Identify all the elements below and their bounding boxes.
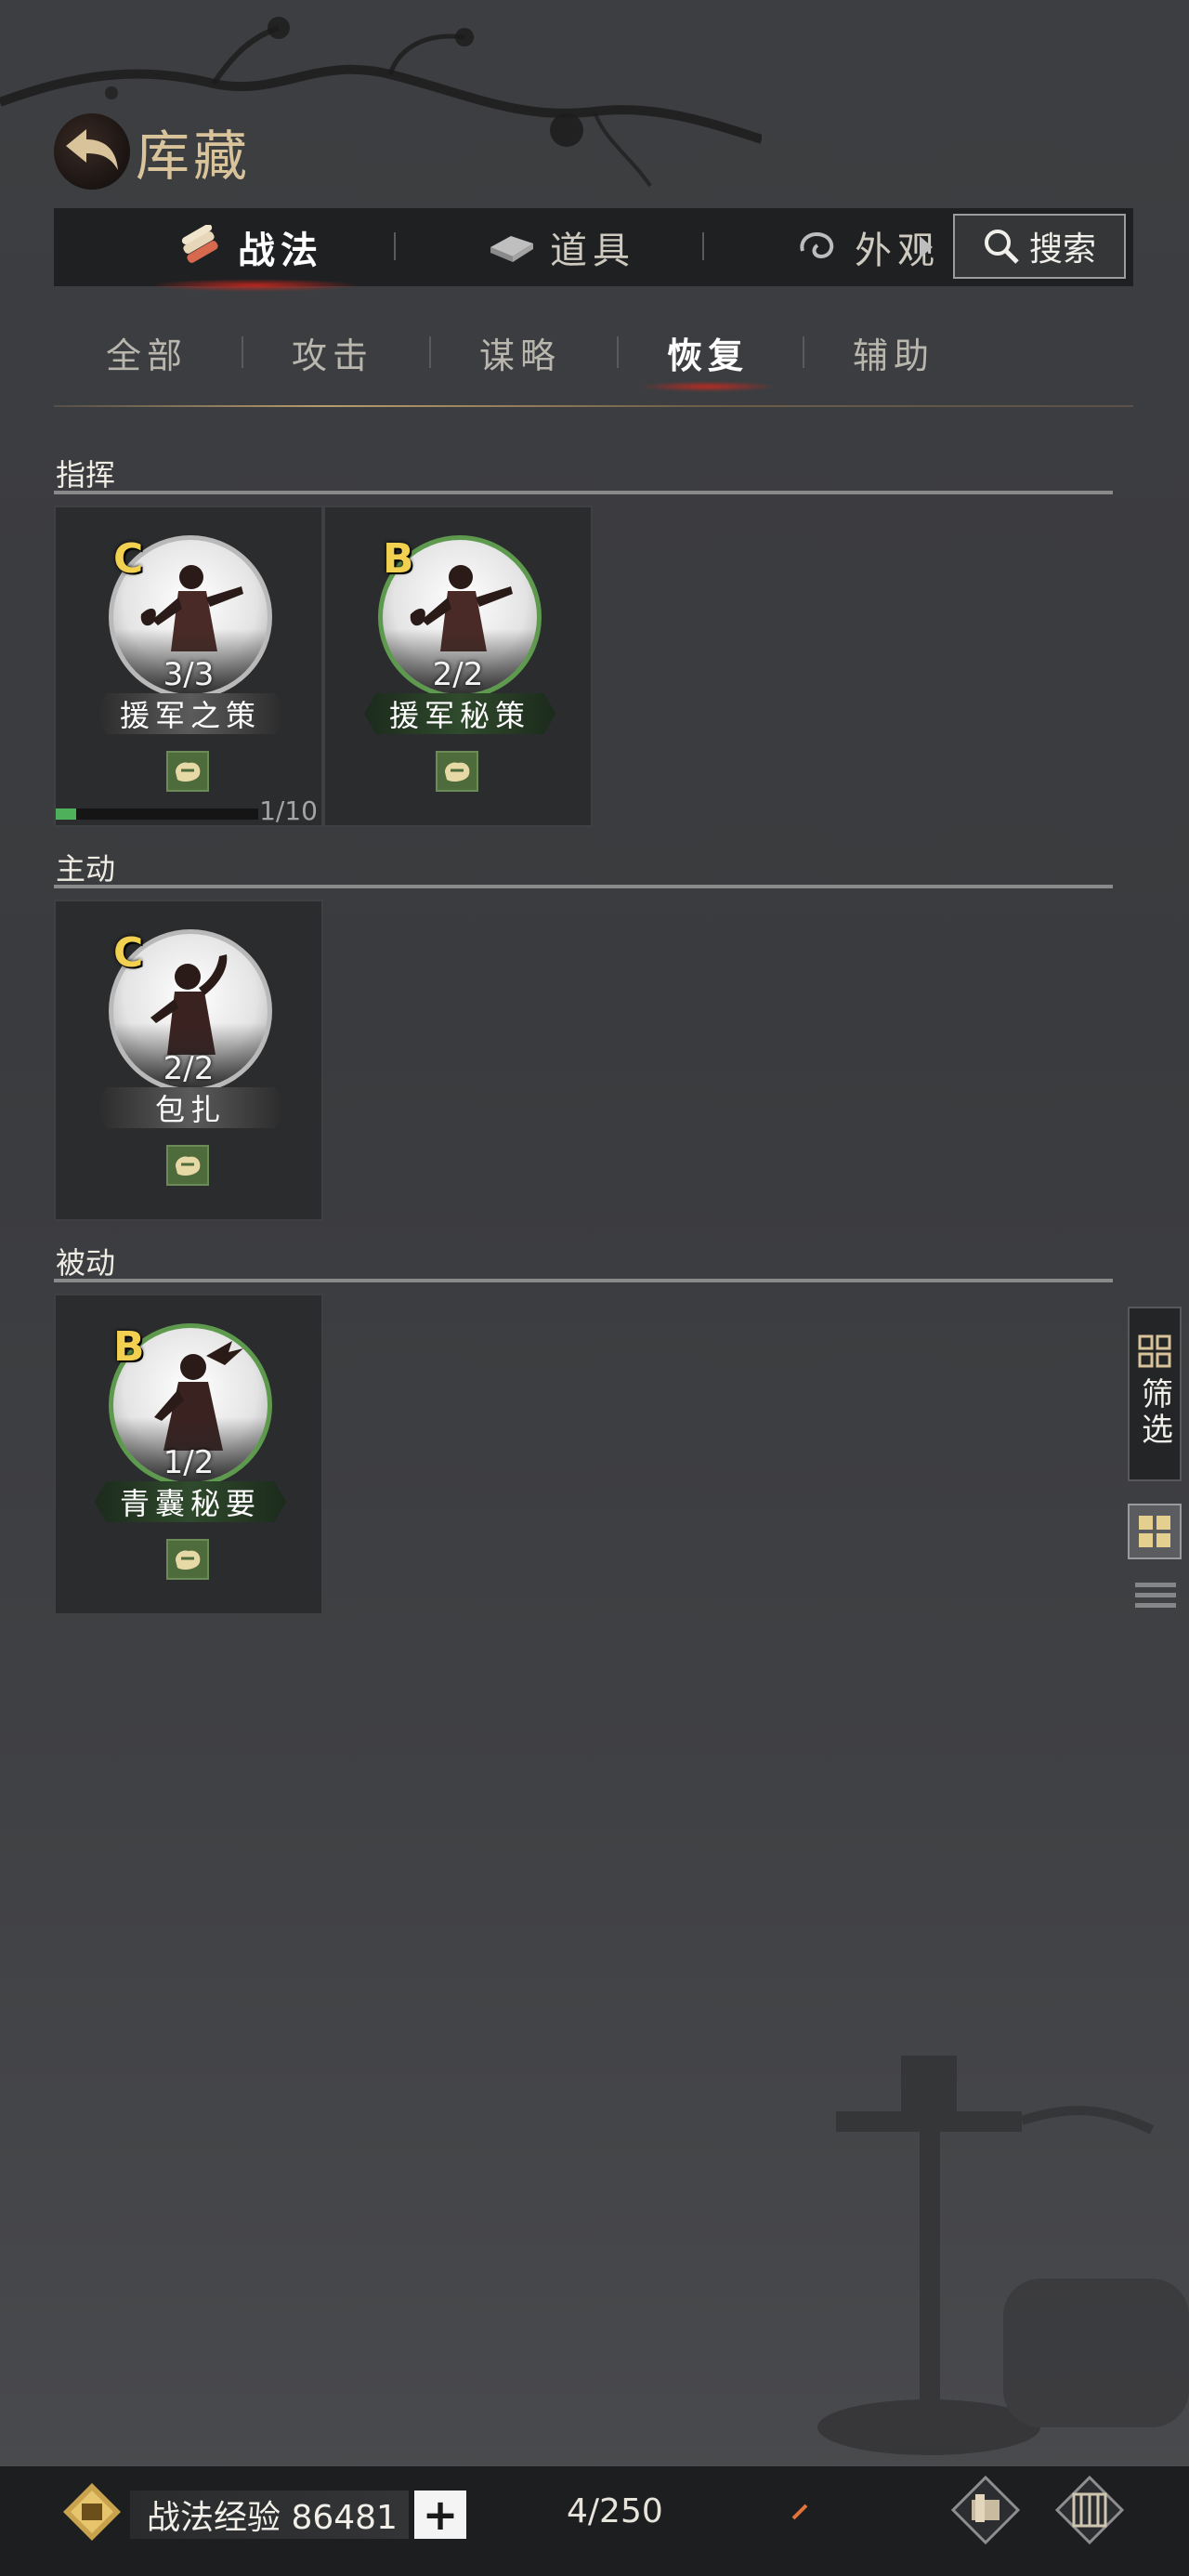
exp-progress-fill [56,808,76,820]
exp-progress-bar [56,808,258,820]
recovery-type-icon [166,751,209,792]
filter-grid-icon [1138,1334,1171,1368]
tactic-name: 援军秘策 [364,693,555,734]
page-title: 库藏 [136,125,252,188]
tab-items[interactable]: 道具 [487,208,635,286]
list-view-icon-bar [1135,1582,1176,1587]
exp-progress-text: 1/10 [259,795,318,826]
back-button[interactable] [54,113,130,190]
recovery-type-icon [166,1145,209,1186]
section-divider [54,491,1113,494]
ingot-icon [490,236,533,262]
list-view-icon-bar [1135,1602,1176,1608]
tactic-name: 援军之策 [95,693,286,734]
scroll-book-button[interactable] [947,2472,1024,2548]
list-view-icon-bar [1135,1592,1176,1597]
tactic-exp-label: 战法经验 86481 [130,2491,409,2539]
subtab-support[interactable]: 辅助 [853,327,934,378]
add-exp-button[interactable]: + [414,2490,466,2540]
tactic-card[interactable]: B 2/2 援军秘策 [323,506,593,827]
category-tab-bar: 战法 道具 外观 搜索 [54,208,1133,292]
tab-items-label: 道具 [550,230,635,272]
section-title-active: 主动 [56,851,116,887]
grade-badge: C [113,535,144,583]
tactic-count: 2/2 [432,656,484,693]
ink-lamp-decoration [817,2056,1189,2455]
tactic-count: 3/3 [163,656,215,693]
storage-capacity: 4/250 [567,2492,663,2530]
tactic-card[interactable]: C 3/3 援军之策 1/10 [54,506,323,827]
spark-icon [791,2504,808,2520]
subtab-strategy[interactable]: 谋略 [479,327,561,378]
recovery-type-icon [166,1539,209,1580]
tactic-count: 1/2 [163,1444,215,1481]
grade-badge: C [113,929,144,977]
tab-tactics-label: 战法 [238,230,323,272]
subcategory-tab-bar: 全部 攻击 谋略 恢复 辅助 [54,314,1133,409]
subtab-all[interactable]: 全部 [106,327,188,378]
tab-divider [702,232,704,260]
section-title-command: 指挥 [56,457,116,493]
subtab-attack[interactable]: 攻击 [292,327,373,378]
subtab-divider [617,336,619,368]
tactic-card[interactable]: C 2/2 包扎 [54,900,323,1221]
swirl-icon [800,232,834,259]
page-header: 库藏 [54,110,251,193]
grid-view-toggle[interactable] [1128,1504,1182,1559]
filter-label: 筛选 [1135,1377,1173,1448]
tab-divider [394,232,396,260]
search-icon [984,230,1019,264]
subtab-recovery[interactable]: 恢复 [638,327,777,392]
search-label: 搜索 [1028,230,1096,269]
grade-badge: B [113,1323,145,1371]
list-view-toggle[interactable] [1135,1574,1176,1615]
scroll-archive-button[interactable] [1052,2472,1128,2548]
tactic-name: 青囊秘要 [95,1481,286,1522]
back-arrow-icon [66,129,118,170]
grade-badge: B [383,535,414,583]
recovery-type-icon [436,751,478,792]
subtab-divider [803,336,804,368]
tactic-count: 2/2 [163,1050,215,1087]
tab-tactics[interactable]: 战法 [149,208,360,292]
tactic-name: 包扎 [95,1087,286,1128]
filter-button[interactable]: 筛选 [1128,1307,1182,1481]
search-button[interactable]: 搜索 [953,214,1126,279]
subtab-divider [242,336,243,368]
grid-view-icon [1139,1516,1170,1547]
chevron-right-icon [920,236,933,258]
section-divider [54,1279,1113,1282]
subtab-divider [429,336,431,368]
tactic-card[interactable]: B 1/2 青囊秘要 [54,1294,323,1615]
subtab-underline [54,405,1133,407]
tactic-exp-icon [63,2483,121,2541]
section-title-passive: 被动 [56,1245,116,1281]
section-divider [54,885,1113,888]
scroll-bundle-icon [181,225,218,263]
